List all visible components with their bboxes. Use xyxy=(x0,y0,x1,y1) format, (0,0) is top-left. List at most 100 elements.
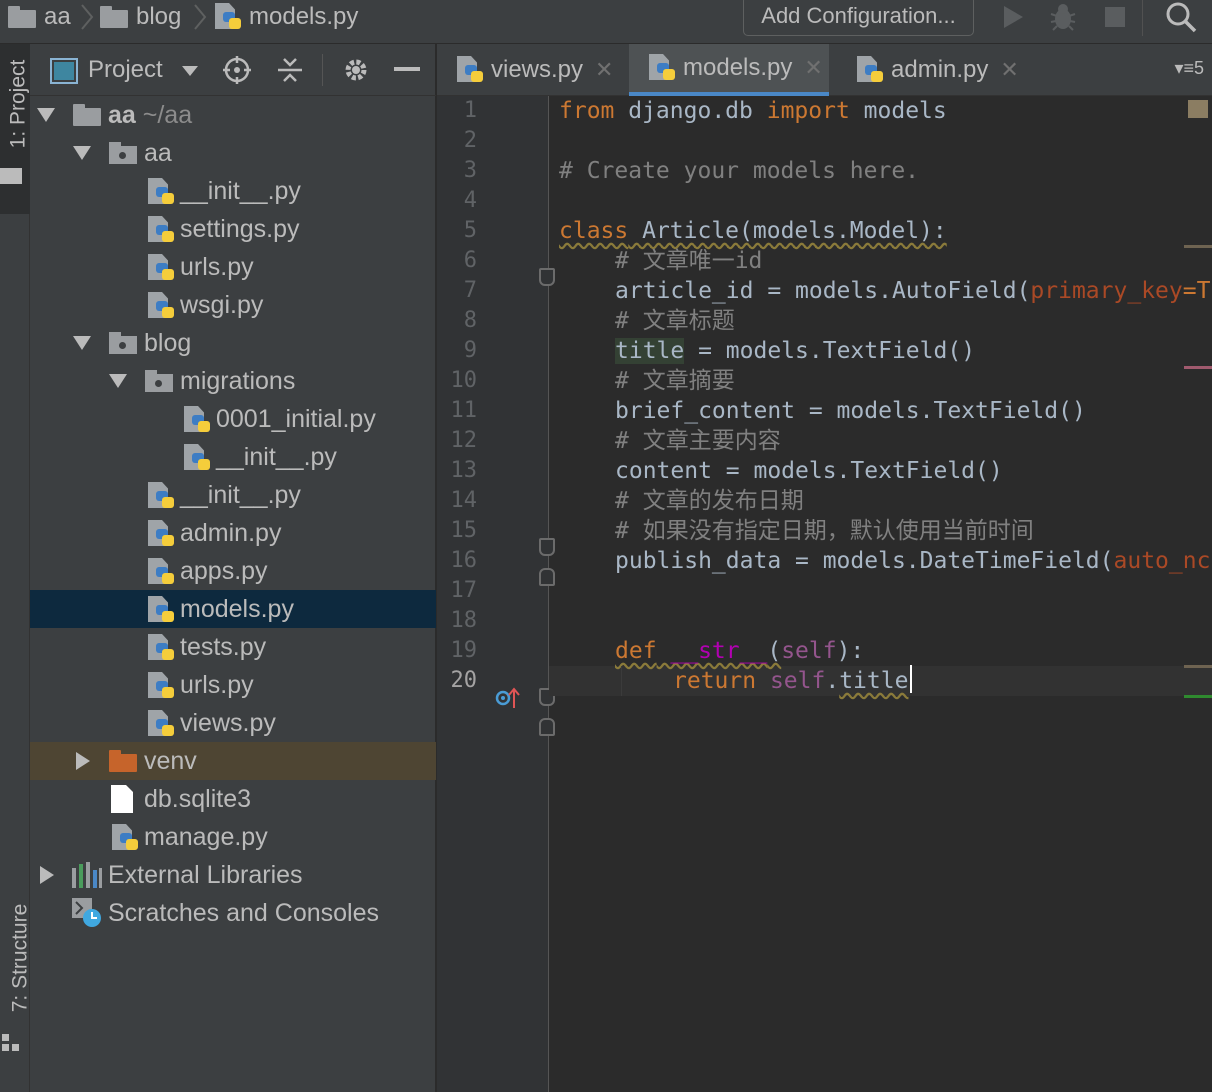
tree-item-label: __init__.py xyxy=(216,442,337,471)
close-icon[interactable]: ✕ xyxy=(1000,57,1018,83)
code-line-19: def __str__(self): xyxy=(615,638,865,664)
folder-icon xyxy=(8,6,36,28)
breadcrumb-item-blog[interactable]: blog xyxy=(100,0,181,34)
expand-arrow-icon[interactable] xyxy=(109,374,127,388)
tree-item-folder-venv[interactable]: venv xyxy=(30,742,436,780)
line-number: 19 xyxy=(450,638,478,663)
structure-icon xyxy=(2,1034,19,1051)
tree-item-file[interactable]: views.py xyxy=(30,704,436,742)
breadcrumb-item-models[interactable]: models.py xyxy=(215,0,358,34)
python-file-icon xyxy=(457,56,485,84)
close-icon[interactable]: ✕ xyxy=(595,57,613,83)
expand-arrow-icon[interactable] xyxy=(40,866,54,884)
tree-item-file[interactable]: tests.py xyxy=(30,628,436,666)
breadcrumb-separator-icon xyxy=(194,4,207,30)
tab-admin-py[interactable]: admin.py ✕ xyxy=(837,44,1037,96)
overrides-method-icon[interactable] xyxy=(495,686,521,710)
tab-label: models.py xyxy=(683,54,793,81)
expand-arrow-icon[interactable] xyxy=(37,108,55,122)
file-icon xyxy=(111,785,133,813)
project-tool-button[interactable]: 1: Project xyxy=(0,44,30,214)
expand-arrow-icon[interactable] xyxy=(73,336,91,350)
expand-arrow-icon[interactable] xyxy=(76,752,90,770)
tree-item-external-libraries[interactable]: External Libraries xyxy=(30,856,436,894)
close-icon[interactable]: ✕ xyxy=(804,55,822,81)
project-view-selector[interactable]: Project xyxy=(88,56,163,84)
project-view-icon xyxy=(50,58,78,84)
line-number: 7 xyxy=(463,278,477,303)
code-editor[interactable]: from django.db import models # Create yo… xyxy=(549,96,1212,1092)
tree-item-file[interactable]: 0001_initial.py xyxy=(30,400,436,438)
breadcrumb-item-aa[interactable]: aa xyxy=(8,0,71,34)
navigation-bar: aa blog models.py Add Configuration... xyxy=(0,0,1212,44)
tree-item-file[interactable]: urls.py xyxy=(30,248,436,286)
tree-item-file[interactable]: admin.py xyxy=(30,514,436,552)
tree-item-file[interactable]: settings.py xyxy=(30,210,436,248)
stop-icon[interactable] xyxy=(1098,2,1132,32)
tree-item-file[interactable]: manage.py xyxy=(30,818,436,856)
code-line-11: brief_content = models.TextField() xyxy=(615,398,1086,424)
tree-item-file[interactable]: __init__.py xyxy=(30,476,436,514)
tab-overflow-button[interactable]: ▾≡5 xyxy=(1174,58,1204,79)
tree-item-package-aa[interactable]: aa xyxy=(30,134,436,172)
tab-views-py[interactable]: views.py ✕ xyxy=(437,44,627,96)
tab-models-py[interactable]: models.py ✕ xyxy=(629,44,829,96)
line-number: 18 xyxy=(450,608,478,633)
scroll-marker[interactable] xyxy=(1184,695,1212,698)
code-line-13: content = models.TextField() xyxy=(615,458,1003,484)
tree-item-label: 0001_initial.py xyxy=(216,404,376,433)
collapse-all-icon[interactable] xyxy=(273,53,307,87)
tree-item-root-aa[interactable]: aa ~/aa xyxy=(30,96,436,134)
tree-item-label: External Libraries xyxy=(108,860,303,889)
run-icon[interactable] xyxy=(996,2,1030,32)
tree-item-label: __init__.py xyxy=(180,176,301,205)
code-line-9: title = models.TextField() xyxy=(615,338,976,364)
scroll-marker[interactable] xyxy=(1184,366,1212,369)
hide-panel-icon[interactable] xyxy=(390,53,424,87)
line-number: 5 xyxy=(463,218,477,243)
code-line-3: # Create your models here. xyxy=(559,158,920,184)
editor-gutter: 1 2 3 4 5 6 7 8 9 10 11 12 13 14 15 16 17 18 19 20 xyxy=(437,96,555,1092)
tree-item-file[interactable]: db.sqlite3 xyxy=(30,780,436,818)
tree-item-file[interactable]: urls.py xyxy=(30,666,436,704)
tree-item-label: Scratches and Consoles xyxy=(108,898,379,927)
code-line-7: article_id = models.AutoField(primary_ke… xyxy=(615,278,1211,304)
tree-item-file-selected[interactable]: models.py xyxy=(30,590,436,628)
line-number: 12 xyxy=(450,428,478,453)
scroll-marker[interactable] xyxy=(1184,245,1212,248)
line-number: 20 xyxy=(450,668,478,693)
locate-icon[interactable] xyxy=(220,53,254,87)
tree-item-label: aa xyxy=(144,138,172,167)
line-number: 15 xyxy=(450,518,478,543)
python-file-icon xyxy=(215,3,243,31)
tree-item-file[interactable]: apps.py xyxy=(30,552,436,590)
tree-item-file[interactable]: wsgi.py xyxy=(30,286,436,324)
add-configuration-button[interactable]: Add Configuration... xyxy=(743,0,974,36)
project-panel-header: Project xyxy=(30,44,436,96)
search-icon[interactable] xyxy=(1164,2,1198,33)
tree-item-label: __init__.py xyxy=(180,480,301,509)
debug-icon[interactable] xyxy=(1046,2,1080,32)
code-line-14: # 文章的发布日期 xyxy=(615,488,804,514)
libraries-icon xyxy=(72,862,102,888)
scroll-marker[interactable] xyxy=(1184,665,1212,668)
left-tool-stripe: 1: Project 7: Structure xyxy=(0,44,31,1092)
tree-item-file[interactable]: __init__.py xyxy=(30,172,436,210)
gear-icon[interactable] xyxy=(339,53,373,87)
tree-item-file[interactable]: __init__.py xyxy=(30,438,436,476)
tab-label: views.py xyxy=(491,56,584,83)
tree-item-scratches[interactable]: Scratches and Consoles xyxy=(30,894,436,932)
inspection-status-icon[interactable] xyxy=(1188,100,1208,118)
code-line-8: # 文章标题 xyxy=(615,308,735,334)
line-number: 14 xyxy=(450,488,478,513)
tree-item-package-migrations[interactable]: migrations xyxy=(30,362,436,400)
tab-label: admin.py xyxy=(891,56,989,83)
tree-item-package-blog[interactable]: blog xyxy=(30,324,436,362)
structure-tool-button[interactable]: 7: Structure xyxy=(0,894,31,1064)
chevron-down-icon[interactable] xyxy=(182,66,198,76)
tree-item-label: views.py xyxy=(180,708,276,737)
project-tool-label: 1: Project xyxy=(6,59,30,149)
line-number: 16 xyxy=(450,548,478,573)
code-line-12: # 文章主要内容 xyxy=(615,428,781,454)
expand-arrow-icon[interactable] xyxy=(73,146,91,160)
